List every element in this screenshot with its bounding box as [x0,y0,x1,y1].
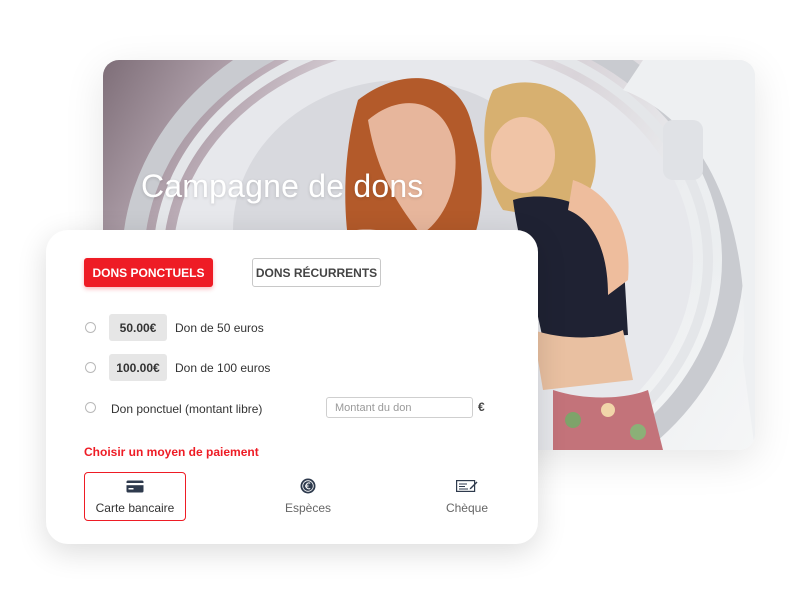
payment-card-button[interactable]: Carte bancaire [84,472,186,521]
radio-free-amount[interactable] [85,402,96,413]
tab-dons-ponctuels[interactable]: DONS PONCTUELS [84,258,213,287]
amount-input[interactable] [326,397,473,418]
amount-chip-100[interactable]: 100.00€ [109,354,167,381]
currency-symbol: € [478,400,485,414]
payment-title: Choisir un moyen de paiement [84,445,259,459]
radio-100[interactable] [85,362,96,373]
cheque-icon [456,478,478,494]
payment-cheque-label: Chèque [445,501,489,515]
hero-title: Campagne de dons [141,168,424,204]
amount-chip-50[interactable]: 50.00€ [109,314,167,341]
tab-dons-recurrents[interactable]: DONS RÉCURRENTS [252,258,381,287]
payment-cheque-button[interactable]: Chèque [416,472,518,521]
donation-card: DONS PONCTUELS DONS RÉCURRENTS 50.00€ Do… [46,230,538,544]
payment-card-label: Carte bancaire [95,501,175,515]
radio-50[interactable] [85,322,96,333]
option-label-100: Don de 100 euros [175,361,271,375]
option-label-50: Don de 50 euros [175,321,264,335]
payment-cash-label: Espèces [284,501,332,515]
credit-card-icon [126,478,144,494]
payment-cash-button[interactable]: Espèces [257,472,359,521]
option-label-free: Don ponctuel (montant libre) [111,402,263,416]
euro-coin-icon [300,478,316,494]
